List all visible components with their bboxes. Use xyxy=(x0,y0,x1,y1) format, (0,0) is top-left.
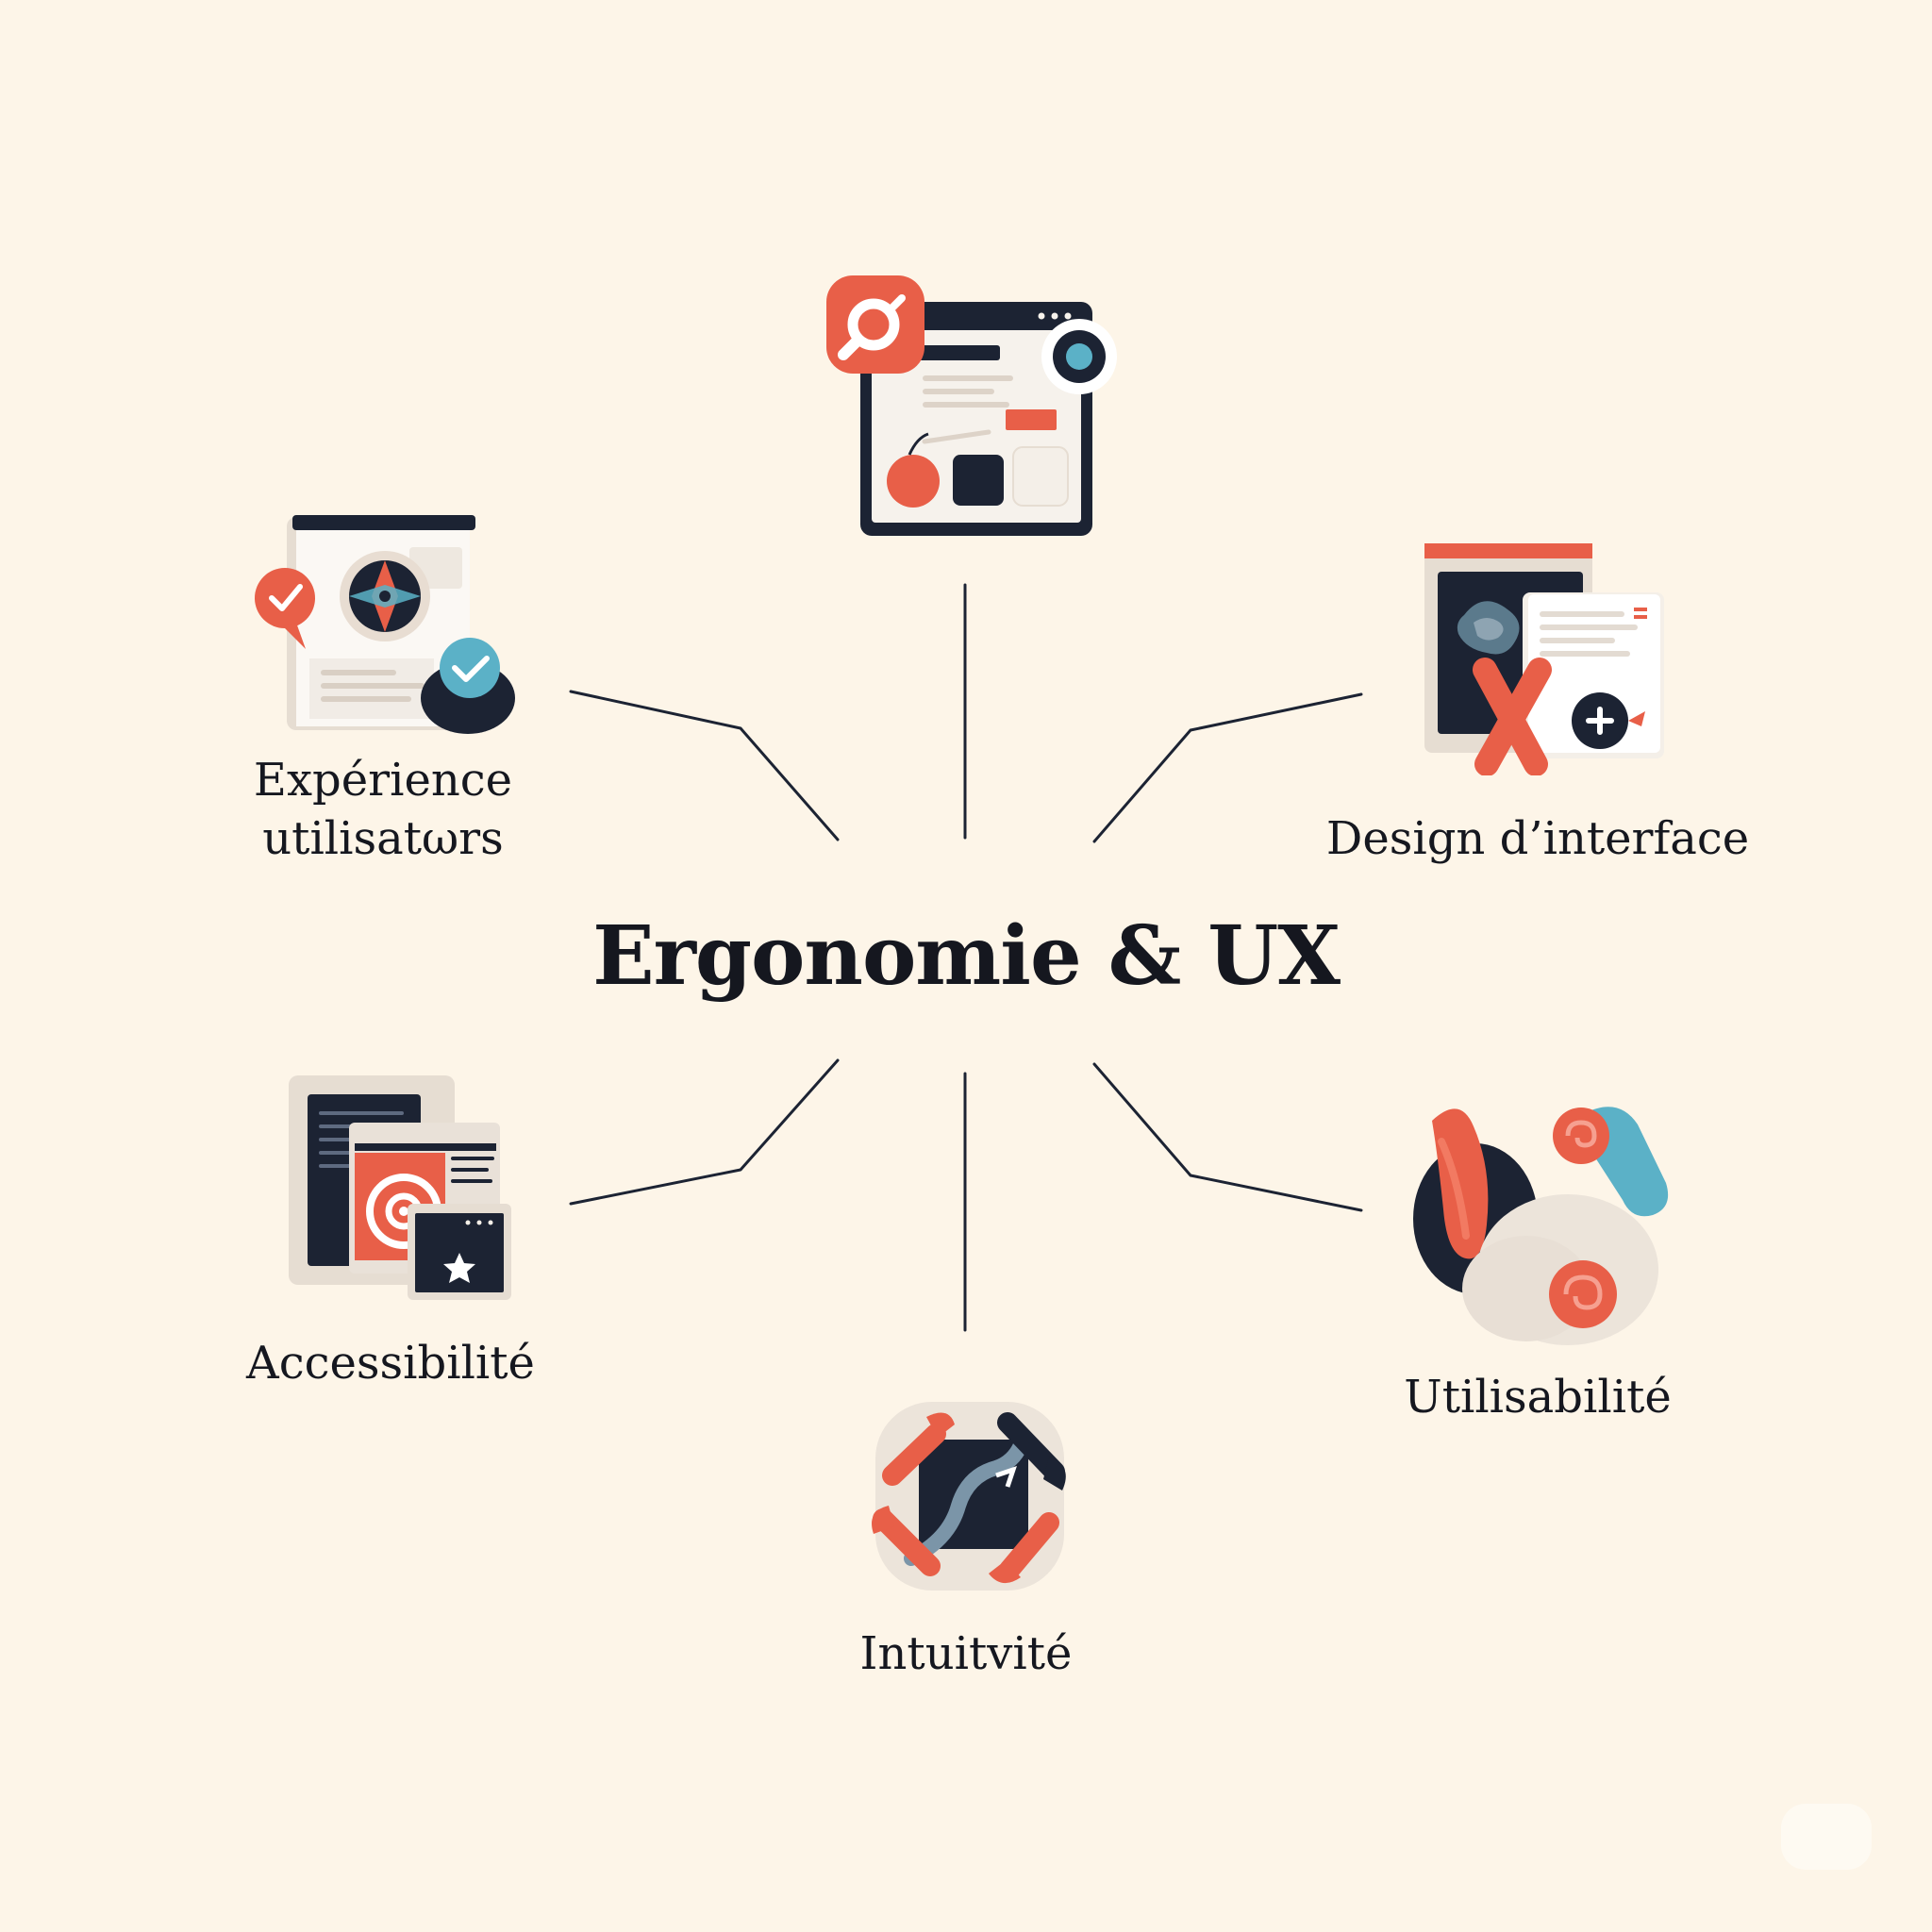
design-canvas-tools-icon xyxy=(1424,543,1664,775)
intuitive-cycle-arrows-icon xyxy=(872,1402,1066,1591)
usability-blobs-icon xyxy=(1413,1107,1669,1345)
center-title: Ergonomie & UX xyxy=(592,908,1341,1004)
feedback-checkmark-window-icon xyxy=(255,515,515,734)
diagram-canvas: Ergonomie & UX Expérience utilisatωrs De… xyxy=(0,0,1932,1932)
label-experience-line2: utilisatωrs xyxy=(262,812,504,865)
accessible-documents-star-icon xyxy=(289,1075,511,1300)
label-utilisabilite: Utilisabilité xyxy=(1404,1371,1672,1424)
connector-accessibility xyxy=(569,1058,840,1206)
label-intuitivite: Intuitvité xyxy=(859,1627,1073,1680)
label-design-interface: Design d’interface xyxy=(1325,812,1750,865)
watermark-badge xyxy=(1781,1804,1872,1870)
connector-experience xyxy=(569,690,840,841)
label-experience-utilisateurs: Expérience utilisatωrs xyxy=(223,751,543,868)
label-experience-line1: Expérience xyxy=(253,754,513,807)
browser-window-search-icon xyxy=(826,275,1117,536)
connector-usability xyxy=(1092,1062,1363,1212)
label-accessibilite: Accessibilité xyxy=(246,1337,535,1390)
